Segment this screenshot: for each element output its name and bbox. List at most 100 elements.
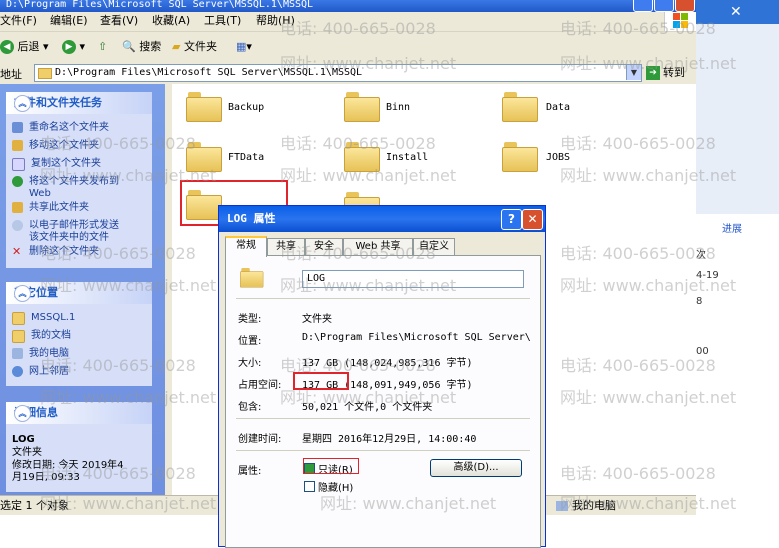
folder-name[interactable]: JOBS bbox=[546, 152, 570, 163]
task-email-folder-suffix[interactable]: 该文件夹中的文件 bbox=[29, 232, 109, 243]
place-my-computer[interactable]: 我的电脑 bbox=[12, 348, 69, 359]
search-button[interactable]: 🔍 搜索 bbox=[122, 38, 161, 56]
menu-tools[interactable]: 工具(T) bbox=[204, 12, 241, 30]
task-pane: 文件和文件夹任务 ︽ 重命名这个文件夹 移动这个文件夹 复制这个文件夹 将这个文… bbox=[0, 84, 165, 495]
folder-name[interactable]: FTData bbox=[228, 152, 264, 163]
highlight-box bbox=[303, 458, 359, 474]
file-tasks-header[interactable]: 文件和文件夹任务 ︽ bbox=[6, 92, 152, 114]
other-places-header[interactable]: 其它位置 ︽ bbox=[6, 282, 152, 304]
title-bar: D:\Program Files\Microsoft SQL Server\MS… bbox=[0, 0, 696, 12]
type-value: 文件夹 bbox=[302, 314, 332, 325]
task-share-folder[interactable]: 共享此文件夹 bbox=[12, 202, 89, 213]
folder-icon[interactable] bbox=[502, 142, 538, 172]
network-icon bbox=[12, 366, 23, 377]
details-header[interactable]: 详细信息 ︽ bbox=[6, 402, 152, 424]
task-delete-folder[interactable]: ✕ 删除这个文件夹 bbox=[12, 246, 99, 257]
general-tab-page: LOG 类型: 文件夹 位置: D:\Program Files\Microso… bbox=[225, 255, 541, 548]
minimize-button[interactable] bbox=[633, 0, 653, 12]
attributes-label: 属性: bbox=[238, 466, 262, 477]
contains-value: 50,021 个文件,0 个文件夹 bbox=[302, 402, 433, 413]
task-rename-folder[interactable]: 重命名这个文件夹 bbox=[12, 122, 109, 133]
tab-sharing[interactable]: 共享 bbox=[267, 238, 305, 255]
folder-icon[interactable] bbox=[186, 142, 222, 172]
folder-icon bbox=[38, 68, 52, 79]
tab-web-sharing[interactable]: Web 共享 bbox=[343, 238, 413, 255]
forward-arrow-icon: ▶ bbox=[62, 40, 76, 54]
address-bar: 地址 D:\Program Files\Microsoft SQL Server… bbox=[0, 62, 696, 84]
address-value: D:\Program Files\Microsoft SQL Server\MS… bbox=[55, 67, 363, 78]
task-copy-folder[interactable]: 复制这个文件夹 bbox=[12, 158, 101, 171]
place-mssql1[interactable]: MSSQL.1 bbox=[12, 312, 75, 325]
background-window-panel bbox=[696, 24, 779, 214]
location-label: 位置: bbox=[238, 336, 262, 347]
close-button[interactable]: ✕ bbox=[522, 209, 543, 230]
size-value: 137 GB (148,024,985,316 字节) bbox=[302, 358, 473, 369]
maximize-button[interactable] bbox=[654, 0, 674, 12]
move-icon bbox=[12, 140, 23, 151]
folder-icon[interactable] bbox=[502, 92, 538, 122]
separator bbox=[236, 450, 530, 451]
task-move-folder[interactable]: 移动这个文件夹 bbox=[12, 140, 99, 151]
back-button[interactable]: ◀ 后退 ▾ bbox=[0, 38, 49, 56]
menu-help[interactable]: 帮助(H) bbox=[256, 12, 295, 30]
folder-icon bbox=[12, 312, 25, 325]
documents-icon bbox=[12, 330, 25, 343]
hidden-label[interactable]: 隐藏(H) bbox=[318, 479, 353, 494]
up-folder-icon[interactable]: ⇧ bbox=[98, 38, 107, 56]
place-my-documents[interactable]: 我的文档 bbox=[12, 330, 71, 343]
computer-icon bbox=[12, 348, 23, 359]
advanced-button[interactable]: 高级(D)... bbox=[430, 459, 522, 477]
task-publish-web-suffix[interactable]: Web bbox=[29, 188, 51, 199]
collapse-icon[interactable]: ︽ bbox=[14, 285, 31, 302]
address-input[interactable]: D:\Program Files\Microsoft SQL Server\MS… bbox=[34, 64, 642, 82]
folder-icon bbox=[240, 268, 264, 288]
details-modified: 修改日期: 今天 2019年4 bbox=[12, 460, 124, 471]
other-places-panel: 其它位置 ︽ MSSQL.1 我的文档 我的电脑 网上邻居 bbox=[6, 282, 152, 386]
copy-icon bbox=[12, 158, 25, 171]
go-arrow-icon: ➔ bbox=[646, 66, 660, 80]
task-email-folder[interactable]: 以电子邮件形式发送 bbox=[12, 220, 119, 231]
details-name: LOG bbox=[12, 434, 35, 445]
folder-name[interactable]: Backup bbox=[228, 102, 264, 113]
folder-name[interactable]: Binn bbox=[386, 102, 410, 113]
help-button[interactable]: ? bbox=[501, 209, 522, 230]
folders-button[interactable]: ▰ 文件夹 bbox=[172, 38, 217, 56]
delete-icon: ✕ bbox=[12, 245, 22, 258]
menu-file[interactable]: 文件(F) bbox=[0, 12, 37, 30]
details-panel: 详细信息 ︽ LOG 文件夹 修改日期: 今天 2019年4 月19日, 09:… bbox=[6, 402, 152, 492]
menu-view[interactable]: 查看(V) bbox=[100, 12, 138, 30]
folder-icon[interactable] bbox=[186, 92, 222, 122]
folder-name[interactable]: Data bbox=[546, 102, 570, 113]
size-label: 大小: bbox=[238, 358, 262, 369]
tab-customize[interactable]: 自定义 bbox=[413, 238, 455, 255]
back-arrow-icon: ◀ bbox=[0, 40, 14, 54]
menu-bar: 文件(F) 编辑(E) 查看(V) 收藏(A) 工具(T) 帮助(H) bbox=[0, 12, 696, 30]
details-modified-cont: 月19日, 09:33 bbox=[12, 472, 80, 483]
task-publish-web[interactable]: 将这个文件夹发布到 bbox=[12, 176, 119, 187]
tab-general[interactable]: 常规 bbox=[225, 236, 267, 257]
folder-name-input[interactable]: LOG bbox=[302, 270, 524, 288]
folder-name[interactable]: Install bbox=[386, 152, 428, 163]
menu-edit[interactable]: 编辑(E) bbox=[50, 12, 88, 30]
menu-favorites[interactable]: 收藏(A) bbox=[152, 12, 190, 30]
collapse-icon[interactable]: ︽ bbox=[14, 405, 31, 422]
tab-security[interactable]: 安全 bbox=[305, 238, 343, 255]
separator bbox=[236, 418, 530, 419]
progress-link[interactable]: 进展 bbox=[722, 220, 742, 235]
folder-icon[interactable] bbox=[344, 142, 380, 172]
close-icon[interactable]: ✕ bbox=[730, 4, 742, 20]
close-button[interactable] bbox=[675, 0, 695, 12]
forward-button[interactable]: ▶ ▾ bbox=[62, 38, 85, 56]
go-button[interactable]: ➔ 转到 bbox=[646, 65, 694, 81]
background-text: 4-19 bbox=[696, 270, 719, 281]
hidden-checkbox[interactable] bbox=[304, 481, 315, 492]
address-label: 地址 bbox=[0, 68, 22, 81]
details-type: 文件夹 bbox=[12, 447, 42, 458]
collapse-icon[interactable]: ︽ bbox=[14, 95, 31, 112]
address-dropdown-button[interactable]: ▼ bbox=[626, 65, 641, 80]
place-network[interactable]: 网上邻居 bbox=[12, 366, 69, 377]
views-button[interactable]: ▦▾ bbox=[236, 38, 252, 56]
email-icon bbox=[12, 220, 23, 231]
folder-icon[interactable] bbox=[344, 92, 380, 122]
computer-icon bbox=[556, 501, 568, 511]
